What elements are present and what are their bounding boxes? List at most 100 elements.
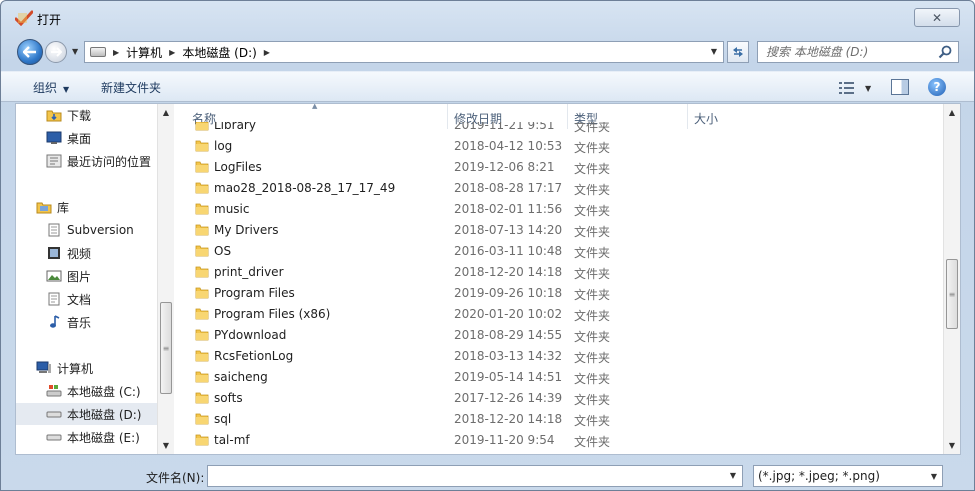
system-drive-icon [46, 385, 62, 397]
file-date: 2019-12-06 8:21 [454, 160, 555, 174]
search-box[interactable] [757, 41, 959, 63]
change-view-button[interactable]: ▼ [839, 80, 875, 96]
file-type: 文件夹 [574, 122, 611, 134]
folder-icon [195, 329, 209, 341]
drive-icon [90, 47, 106, 57]
file-date: 2018-12-20 14:18 [454, 265, 563, 279]
new-folder-button[interactable]: 新建文件夹 [101, 79, 161, 96]
sidebar-item-drive-c[interactable]: 本地磁盘 (C:) [46, 380, 141, 402]
back-button[interactable] [17, 39, 43, 65]
file-type: 文件夹 [574, 351, 611, 365]
sort-ascending-icon: ▲ [312, 104, 318, 110]
sidebar-item-subversion[interactable]: Subversion [46, 219, 134, 241]
table-row[interactable]: music 2018-02-01 11:56 文件夹 [176, 199, 946, 220]
scroll-up-arrow[interactable]: ▲ [158, 104, 174, 121]
table-row[interactable]: log 2018-04-12 10:53 文件夹 [176, 136, 946, 157]
table-row[interactable]: Program Files 2019-09-26 10:18 文件夹 [176, 283, 946, 304]
file-type: 文件夹 [574, 246, 611, 260]
file-rows: Library 2019-11-21 9:51 文件夹 log 2018-04-12 1… [176, 122, 946, 454]
file-date: 2018-08-28 17:17 [454, 181, 563, 195]
sidebar-item-label: 图片 [67, 269, 92, 284]
sidebar-item-computer[interactable]: 计算机 [36, 357, 93, 379]
address-bar[interactable]: ▶ 计算机 ▶ 本地磁盘 (D:) ▶ ▼ [84, 41, 724, 63]
chevron-right-icon[interactable]: ▶ [264, 48, 270, 57]
table-row[interactable]: mao28_2018-08-28_17_17_49 2018-08-28 17:1… [176, 178, 946, 199]
organize-button[interactable]: 组织 ▼ [33, 79, 69, 96]
file-name: music [214, 202, 250, 216]
sidebar-item-label: 本地磁盘 (D:) [67, 407, 142, 422]
table-row[interactable]: tal-mf 2019-11-20 9:54 文件夹 [176, 430, 946, 451]
sidebar-item-drive-d[interactable]: 本地磁盘 (D:) [16, 403, 157, 425]
table-row[interactable]: RcsFetionLog 2018-03-13 14:32 文件夹 [176, 346, 946, 367]
folder-icon [195, 122, 209, 131]
chevron-right-icon[interactable]: ▶ [113, 48, 119, 57]
table-row[interactable]: saicheng 2019-05-14 14:51 文件夹 [176, 367, 946, 388]
file-type: 文件夹 [574, 141, 611, 155]
table-row[interactable]: Library 2019-11-21 9:51 文件夹 [176, 122, 946, 136]
filename-input[interactable] [208, 466, 708, 486]
chevron-down-icon: ▼ [930, 472, 937, 481]
address-dropdown-icon[interactable]: ▼ [711, 47, 717, 56]
table-row[interactable]: print_driver 2018-12-20 14:18 文件夹 [176, 262, 946, 283]
filename-bar: 文件名(N): ▼ (*.jpg; *.jpeg; *.png) ▼ [1, 457, 974, 490]
table-row[interactable]: OS 2016-03-11 10:48 文件夹 [176, 241, 946, 262]
sidebar-item-label: 本地磁盘 (E:) [67, 430, 140, 445]
desktop-icon [46, 131, 62, 144]
sidebar-item-label: 音乐 [67, 315, 92, 330]
sidebar-item-videos[interactable]: 视频 [46, 242, 91, 264]
back-arrow-icon [23, 46, 36, 58]
search-input[interactable] [766, 45, 936, 59]
table-row[interactable]: softs 2017-12-26 14:39 文件夹 [176, 388, 946, 409]
preview-pane-button[interactable] [891, 79, 909, 95]
sidebar-item-label: 下载 [67, 108, 92, 123]
navigation-pane-scrollbar[interactable]: ▲ ≡ ▼ [157, 104, 174, 454]
scroll-down-arrow[interactable]: ▼ [158, 437, 174, 454]
file-name: log [214, 139, 233, 153]
file-list-scrollbar[interactable]: ▲ ≡ ▼ [943, 104, 960, 454]
file-date: 2019-11-20 9:54 [454, 433, 555, 447]
close-button[interactable]: ✕ [914, 8, 960, 27]
chevron-down-icon[interactable]: ▼ [730, 471, 736, 480]
breadcrumb-drive-d[interactable]: 本地磁盘 (D:) [182, 44, 256, 61]
file-type-filter[interactable]: (*.jpg; *.jpeg; *.png) ▼ [753, 465, 943, 487]
file-date: 2019-11-21 9:51 [454, 122, 555, 132]
filename-combobox[interactable]: ▼ [207, 465, 743, 487]
scroll-up-arrow[interactable]: ▲ [944, 104, 960, 121]
table-row[interactable]: sql 2018-12-20 14:18 文件夹 [176, 409, 946, 430]
sidebar-item-music[interactable]: 音乐 [46, 311, 91, 333]
sidebar-item-desktop[interactable]: 桌面 [46, 127, 91, 149]
sidebar-item-label: 桌面 [67, 131, 92, 146]
folder-icon [195, 413, 209, 425]
forward-button[interactable] [45, 41, 67, 63]
window-title: 打开 [37, 13, 62, 27]
sidebar-item-recent-places[interactable]: 最近访问的位置 [46, 150, 151, 172]
file-date: 2020-01-20 10:02 [454, 307, 563, 321]
table-row[interactable]: Program Files (x86) 2020-01-20 10:02 文件夹 [176, 304, 946, 325]
sidebar-item-downloads[interactable]: 下载 [46, 104, 91, 126]
sidebar-item-drive-e[interactable]: 本地磁盘 (E:) [46, 426, 140, 448]
chevron-right-icon[interactable]: ▶ [169, 48, 175, 57]
video-library-icon [48, 247, 60, 259]
scrollbar-thumb[interactable]: ≡ [160, 302, 172, 394]
file-name: OS [214, 244, 232, 258]
sidebar-item-libraries[interactable]: 库 [36, 196, 69, 218]
scroll-down-arrow[interactable]: ▼ [944, 437, 960, 454]
recent-pages-dropdown[interactable]: ▼ [72, 47, 78, 56]
sidebar-item-documents[interactable]: 文档 [46, 288, 91, 310]
table-row[interactable]: LogFiles 2019-12-06 8:21 文件夹 [176, 157, 946, 178]
command-toolbar: 组织 ▼ 新建文件夹 ▼ ? [1, 71, 974, 102]
documents-library-icon [48, 292, 60, 306]
sidebar-item-pictures[interactable]: 图片 [46, 265, 91, 287]
navigation-pane: 下载 桌面 最近访问的位置 库 Subversion 视频 图片 文档 音乐 计… [16, 104, 174, 454]
table-row[interactable]: PYdownload 2018-08-29 14:55 文件夹 [176, 325, 946, 346]
folder-icon [195, 266, 209, 278]
search-icon[interactable] [938, 45, 952, 59]
help-button[interactable]: ? [928, 78, 946, 96]
breadcrumb-computer[interactable]: 计算机 [126, 44, 162, 61]
scrollbar-thumb[interactable]: ≡ [946, 259, 958, 329]
file-type: 文件夹 [574, 414, 611, 428]
refresh-button[interactable] [727, 41, 749, 63]
file-type: 文件夹 [574, 372, 611, 386]
table-row[interactable]: My Drivers 2018-07-13 14:20 文件夹 [176, 220, 946, 241]
close-icon: ✕ [931, 10, 943, 25]
